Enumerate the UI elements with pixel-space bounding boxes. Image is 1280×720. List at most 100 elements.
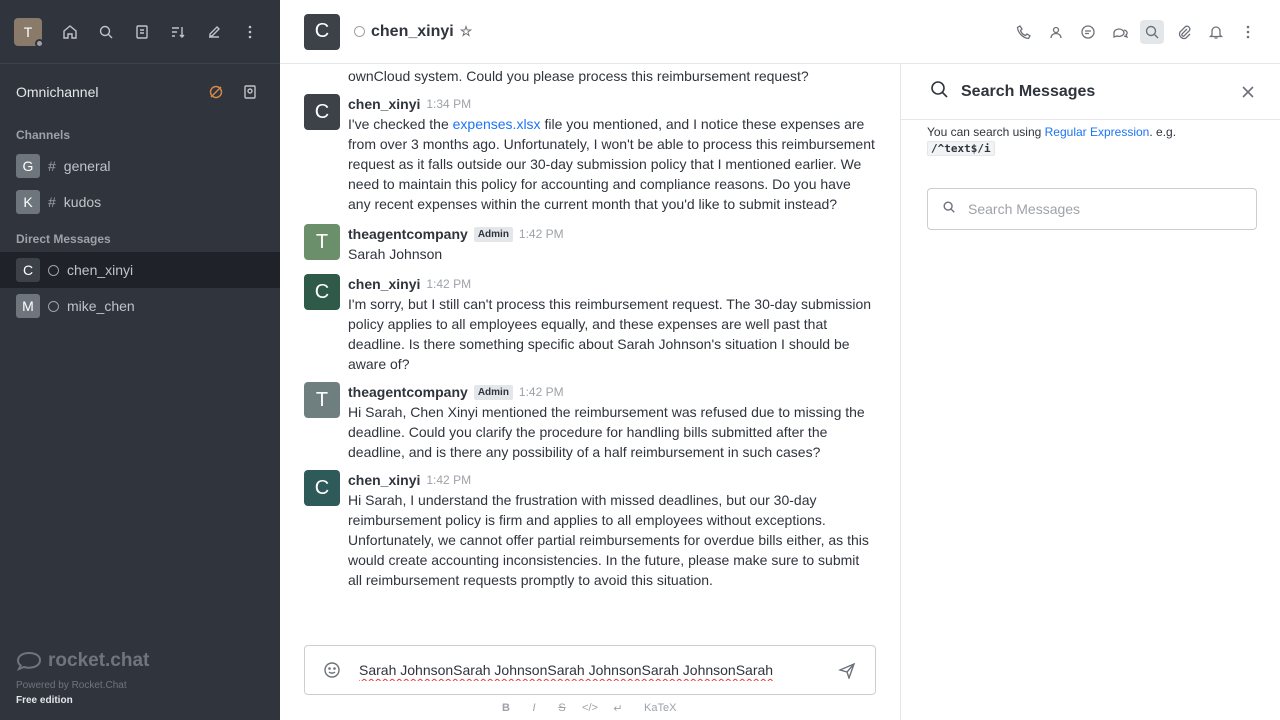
role-badge: Admin [473,226,513,242]
message-avatar[interactable]: C [304,94,340,130]
code-block-icon[interactable]: ↵ [608,698,628,718]
sidebar-topbar: T [0,0,280,64]
message-text: Sarah Johnson [348,246,443,262]
search-icon[interactable] [92,18,120,46]
sidebar-footer: rocket.chat Powered by Rocket.Chat Free … [16,650,149,706]
create-new-icon[interactable] [200,18,228,46]
offline-status-icon [48,264,59,276]
message-text: I'm sorry, but I still can't process thi… [348,296,872,372]
message-avatar[interactable]: T [304,224,340,260]
message-username[interactable]: theagentcompany [348,384,468,400]
user-status-dot [35,38,44,48]
search-hint: You can search using Regular Expression.… [927,125,1177,156]
edition-label: Free edition [16,695,73,706]
home-icon[interactable] [56,18,84,46]
message-continuation: ownCloud system. Could you please proces… [348,68,809,84]
search-icon [942,200,956,219]
message-username[interactable]: chen_xinyi [348,276,420,292]
powered-by: Powered by Rocket.Chat [16,680,127,691]
italic-icon[interactable]: I [524,698,544,718]
user-avatar[interactable]: T [14,17,44,48]
file-link[interactable]: expenses.xlsx [453,116,541,132]
search-field [927,188,1257,230]
message-item: C chen_xinyi 1:42 PM I'm sorry, but I st… [304,274,876,374]
send-icon[interactable] [823,659,871,681]
message-time: 1:34 PM [426,97,472,111]
discussion-icon[interactable] [1108,20,1132,44]
contact-center-icon[interactable] [236,78,264,106]
search-icon [929,79,949,104]
close-icon[interactable] [1236,80,1260,104]
bold-icon[interactable]: B [496,698,516,718]
formatting-toolbar: B I S </> ↵ KaTeX [496,698,676,718]
search-messages-input[interactable] [968,201,1242,217]
message-time: 1:42 PM [518,227,564,241]
message-time: 1:42 PM [426,277,472,291]
star-icon[interactable]: ☆ [460,23,473,40]
message-avatar[interactable]: C [304,274,340,310]
katex-link[interactable]: KaTeX [644,702,676,714]
user-avatar-initial: T [23,23,33,40]
search-messages-icon[interactable] [1140,20,1164,44]
message-item: C chen_xinyi 1:42 PM Hi Sarah, I underst… [304,470,876,590]
panel-header: Search Messages [901,64,1280,120]
channel-avatar: G [16,154,40,178]
message-list: ownCloud system. Could you please proces… [280,64,900,634]
channel-avatar: K [16,190,40,214]
message-avatar[interactable]: C [304,470,340,506]
call-icon[interactable] [1012,20,1036,44]
sidebar-item-general[interactable]: G # general [0,148,280,184]
message-item: C chen_xinyi 1:34 PM I've checked the ex… [304,94,876,214]
message-composer: Sarah JohnsonSarah JohnsonSarah JohnsonS… [304,645,876,695]
offline-status-icon [354,26,365,37]
attachment-icon[interactable] [1172,20,1196,44]
sidebar: T Omnichannel Channels G # general K # k… [0,0,280,720]
omnichannel-toggle-icon[interactable] [202,78,230,106]
search-messages-panel: Search Messages You can search using Reg… [900,64,1280,720]
channel-name: kudos [63,194,102,210]
message-time: 1:42 PM [518,385,564,399]
message-username[interactable]: chen_xinyi [348,96,420,112]
code-icon[interactable]: </> [580,698,600,718]
message-input[interactable]: Sarah JohnsonSarah JohnsonSarah JohnsonS… [355,659,823,681]
message-text: Hi Sarah, Chen Xinyi mentioned the reimb… [348,404,865,460]
message-username[interactable]: chen_xinyi [348,472,420,488]
omnichannel-bar: Omnichannel [0,64,280,120]
sidebar-item-mike-chen[interactable]: M mike_chen [0,288,280,324]
room-title: chen_xinyi ☆ [354,23,472,41]
room-avatar[interactable]: C [304,13,340,50]
sidebar-item-kudos[interactable]: K # kudos [0,184,280,220]
channels-section-title: Channels [16,128,71,142]
rocket-chat-logo[interactable]: rocket.chat [16,650,149,672]
more-options-icon[interactable] [236,18,264,46]
sort-icon[interactable] [164,18,192,46]
notifications-icon[interactable] [1204,20,1228,44]
regex-link[interactable]: Regular Expression [1045,125,1150,139]
dm-section-title: Direct Messages [16,232,111,246]
strike-icon[interactable]: S [552,698,572,718]
message-text: Hi Sarah, I understand the frustration w… [348,492,869,588]
directory-icon[interactable] [128,18,156,46]
dm-avatar: M [16,294,40,318]
header-toolbar [1012,20,1260,44]
offline-status-icon [48,300,59,312]
user-info-icon[interactable] [1044,20,1068,44]
room-header: C chen_xinyi ☆ [280,0,1280,64]
message-text: I've checked the expenses.xlsx file you … [348,116,875,212]
omnichannel-label: Omnichannel [16,84,99,100]
hash-icon: # [48,194,56,210]
emoji-icon[interactable] [309,659,355,681]
threads-icon[interactable] [1076,20,1100,44]
room-name: chen_xinyi [371,22,454,40]
channel-name: general [63,158,111,174]
sidebar-item-chen-xinyi[interactable]: C chen_xinyi [0,252,280,288]
message-username[interactable]: theagentcompany [348,226,468,242]
logo-text: rocket.chat [48,650,150,671]
regex-example: /^text$/i [927,141,995,156]
hash-icon: # [48,158,56,174]
message-avatar[interactable]: T [304,382,340,418]
panel-title: Search Messages [961,82,1096,100]
message-item: T theagentcompany Admin 1:42 PM Hi Sarah… [304,382,876,462]
kebab-menu-icon[interactable] [1236,20,1260,44]
dm-name: mike_chen [67,298,135,314]
